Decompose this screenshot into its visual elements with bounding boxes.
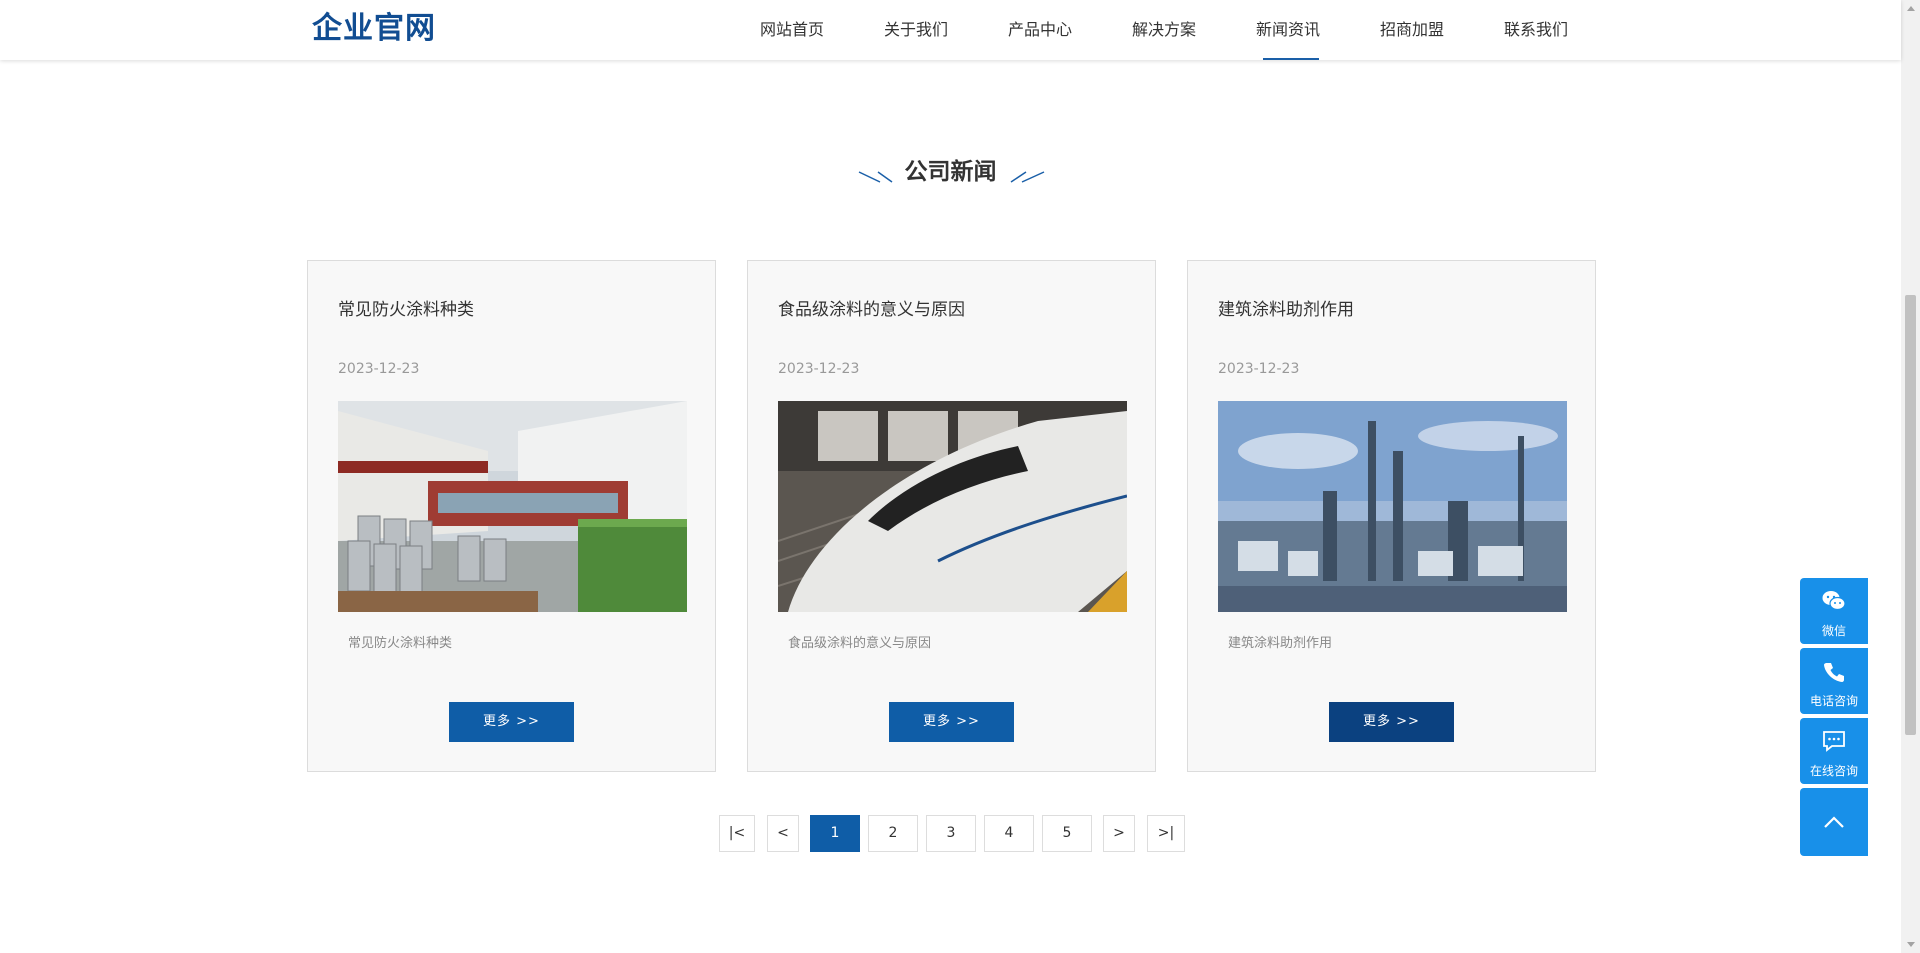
news-card[interactable]: 建筑涂料助剂作用 2023-12-23 建筑涂料助剂作用 更多 >> xyxy=(1187,260,1596,772)
page-button[interactable]: 5 xyxy=(1042,815,1092,852)
nav-item-news[interactable]: 新闻资讯 xyxy=(1226,0,1350,60)
scroll-down-arrow-icon[interactable] xyxy=(1901,936,1920,953)
news-card-title[interactable]: 建筑涂料助剂作用 xyxy=(1218,295,1354,320)
news-card-summary: 常见防火涂料种类 xyxy=(348,636,453,651)
more-button[interactable]: 更多 >> xyxy=(889,702,1014,742)
next-page-button[interactable]: > xyxy=(1103,815,1135,852)
page-button[interactable]: 4 xyxy=(984,815,1034,852)
wechat-icon xyxy=(1822,591,1846,611)
more-button[interactable]: 更多 >> xyxy=(449,702,574,742)
nav-item-franchise[interactable]: 招商加盟 xyxy=(1350,0,1474,60)
phone-consult-label: 电话咨询 xyxy=(1809,694,1858,708)
more-button[interactable]: 更多 >> xyxy=(1329,702,1454,742)
news-card-title[interactable]: 常见防火涂料种类 xyxy=(338,295,474,320)
phone-consult-button[interactable]: 电话咨询 xyxy=(1800,648,1868,714)
phone-icon xyxy=(1824,663,1844,682)
news-card-date: 2023-12-23 xyxy=(1218,361,1300,377)
back-to-top-button[interactable] xyxy=(1800,788,1868,856)
news-card[interactable]: 食品级涂料的意义与原因 2023-12-23 食品级涂料的意义与原因 更多 >> xyxy=(747,260,1156,772)
news-card-date: 2023-12-23 xyxy=(338,361,420,377)
news-card-summary: 食品级涂料的意义与原因 xyxy=(788,636,932,651)
news-card-title[interactable]: 食品级涂料的意义与原因 xyxy=(778,295,965,320)
warehouse-barrels-photo[interactable] xyxy=(338,401,687,612)
news-card-summary: 建筑涂料助剂作用 xyxy=(1228,636,1333,651)
page-button[interactable]: 3 xyxy=(926,815,976,852)
last-page-button[interactable]: >| xyxy=(1147,815,1185,852)
nav-item-solutions[interactable]: 解决方案 xyxy=(1102,0,1226,60)
nav-item-about[interactable]: 关于我们 xyxy=(854,0,978,60)
site-header: 企业官网 网站首页 关于我们 产品中心 解决方案 新闻资讯 招商加盟 联系我们 xyxy=(0,0,1901,60)
main-nav: 网站首页 关于我们 产品中心 解决方案 新闻资讯 招商加盟 联系我们 xyxy=(730,0,1598,60)
nav-item-home[interactable]: 网站首页 xyxy=(730,0,854,60)
news-card-date: 2023-12-23 xyxy=(778,361,860,377)
nav-item-products[interactable]: 产品中心 xyxy=(978,0,1102,60)
refinery-plant-photo[interactable] xyxy=(1218,401,1567,612)
title-right-decoration-icon xyxy=(1010,171,1045,183)
page-button[interactable]: 2 xyxy=(868,815,918,852)
wechat-button[interactable]: 微信 xyxy=(1800,578,1868,644)
nav-item-contact[interactable]: 联系我们 xyxy=(1474,0,1598,60)
wechat-label: 微信 xyxy=(1821,624,1846,638)
page-scrollbar[interactable] xyxy=(1901,0,1920,953)
chevron-up-icon xyxy=(1824,816,1844,828)
section-title: 公司新闻 xyxy=(904,159,997,185)
prev-page-button[interactable]: < xyxy=(767,815,799,852)
scrollbar-thumb[interactable] xyxy=(1905,295,1916,735)
news-card[interactable]: 常见防火涂料种类 2023-12-23 常见防火涂料种类 更多 >> xyxy=(307,260,716,772)
bullet-train-photo[interactable] xyxy=(778,401,1127,612)
site-logo[interactable]: 企业官网 xyxy=(312,9,436,49)
online-consult-button[interactable]: 在线咨询 xyxy=(1800,718,1868,784)
page-button[interactable]: 1 xyxy=(810,815,860,852)
online-consult-label: 在线咨询 xyxy=(1809,764,1858,778)
chat-icon xyxy=(1823,731,1845,752)
scroll-up-arrow-icon[interactable] xyxy=(1901,0,1920,17)
pagination: |< < 1 2 3 4 5 > >| xyxy=(0,815,1901,852)
first-page-button[interactable]: |< xyxy=(719,815,755,852)
